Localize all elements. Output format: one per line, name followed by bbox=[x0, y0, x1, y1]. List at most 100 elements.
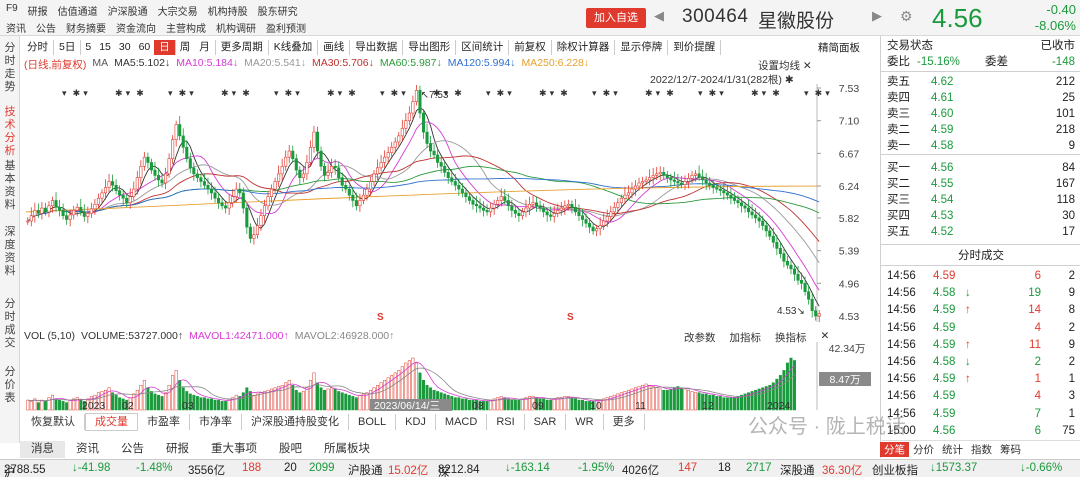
bid-row[interactable]: 买二 4.55 167 bbox=[887, 176, 1075, 192]
tab-volume[interactable]: 成交量 bbox=[85, 412, 138, 431]
volume-bar bbox=[683, 388, 687, 411]
tab-messages[interactable]: 消息 bbox=[20, 440, 65, 458]
nav-basic-info[interactable]: 基本资料 bbox=[0, 150, 20, 216]
range-stats-button[interactable]: 区间统计 bbox=[456, 39, 510, 55]
volume-bar bbox=[725, 397, 729, 411]
menu-stock-connect[interactable]: 沪深股通 bbox=[108, 3, 148, 18]
tab-research[interactable]: 研报 bbox=[155, 441, 200, 458]
price-alert-button[interactable]: 到价提醒 bbox=[668, 39, 722, 55]
ma-legend-item[interactable]: MA bbox=[92, 57, 108, 72]
volume-chart[interactable]: 42.34万 8.47万 2023 02 03 2023/06/14/三 08 09 10 11 1… bbox=[22, 342, 872, 412]
export-image-button[interactable]: 导出图形 bbox=[403, 39, 457, 55]
ma-legend-item[interactable]: MA20:5.541↓ bbox=[244, 57, 306, 72]
info-tabs: 消息 资讯 公告 研报 重大事项 股吧 所属板块 bbox=[20, 440, 381, 458]
period-month[interactable]: 月 bbox=[194, 39, 216, 55]
period-15min[interactable]: 15 bbox=[95, 40, 115, 55]
bid-row[interactable]: 买一 4.56 84 bbox=[887, 160, 1075, 176]
price-axis-label: 7.53 bbox=[839, 84, 860, 95]
ma-legend-item[interactable]: MA30:5.706↓ bbox=[312, 57, 374, 72]
event-marker: ✱ bbox=[115, 89, 123, 99]
ma-legend-item[interactable]: MA5:5.102↓ bbox=[114, 57, 170, 72]
draw-line-button[interactable]: 画线 bbox=[318, 39, 351, 55]
menu-business-composition[interactable]: 主营构成 bbox=[166, 20, 206, 35]
gear-icon[interactable]: ⚙ bbox=[900, 8, 913, 25]
tab-chips[interactable]: 筹码 bbox=[996, 442, 1025, 457]
next-stock-icon[interactable]: ▶ bbox=[872, 8, 882, 24]
candle-body bbox=[100, 192, 104, 199]
ask-row[interactable]: 卖五 4.62 212 bbox=[887, 74, 1075, 90]
nav-price-table[interactable]: 分价表 bbox=[0, 354, 20, 414]
adjust-mode-button[interactable]: 前复权 bbox=[509, 39, 552, 55]
menu-block-trade[interactable]: 大宗交易 bbox=[158, 3, 198, 18]
bid-row[interactable]: 买三 4.54 118 bbox=[887, 192, 1075, 208]
tab-kdj[interactable]: KDJ bbox=[396, 413, 436, 430]
ma-legend-item[interactable]: MA120:5.994↓ bbox=[448, 57, 516, 72]
tab-boll[interactable]: BOLL bbox=[349, 413, 397, 430]
nav-intraday[interactable]: 分时走势 bbox=[0, 36, 20, 93]
period-60min[interactable]: 60 bbox=[135, 40, 155, 55]
menu-research[interactable]: 研报 bbox=[28, 3, 48, 18]
ask-row[interactable]: 卖四 4.61 25 bbox=[887, 90, 1075, 106]
nav-technical[interactable]: 技术分析 bbox=[0, 88, 20, 157]
tab-wr[interactable]: WR bbox=[566, 413, 604, 430]
ask-row[interactable]: 卖三 4.60 101 bbox=[887, 106, 1075, 122]
menu-f9[interactable]: F9 bbox=[6, 3, 18, 18]
tab-major-events[interactable]: 重大事项 bbox=[200, 441, 268, 458]
tab-forum[interactable]: 股吧 bbox=[268, 441, 313, 458]
tab-ticks[interactable]: 分笔 bbox=[880, 441, 909, 457]
tab-sar[interactable]: SAR bbox=[525, 413, 567, 430]
tab-sectors[interactable]: 所属板块 bbox=[313, 441, 381, 458]
nav-deep-info[interactable]: 深度资料 bbox=[0, 216, 20, 282]
menu-institution-survey[interactable]: 机构调研 bbox=[216, 20, 256, 35]
tab-news[interactable]: 资讯 bbox=[65, 441, 110, 458]
tab-rsi[interactable]: RSI bbox=[487, 413, 525, 430]
tab-price-dist[interactable]: 分价 bbox=[909, 442, 938, 457]
more-periods-button[interactable]: 更多周期 bbox=[216, 39, 269, 55]
menu-profit-forecast[interactable]: 盈利预测 bbox=[266, 20, 306, 35]
export-data-button[interactable]: 导出数据 bbox=[350, 39, 404, 55]
bid-row[interactable]: 买五 4.52 17 bbox=[887, 224, 1075, 240]
tab-reset-default[interactable]: 恢复默认 bbox=[22, 413, 85, 430]
tab-more[interactable]: 更多 bbox=[604, 413, 645, 430]
ask-row[interactable]: 卖二 4.59 218 bbox=[887, 122, 1075, 138]
candle-body bbox=[231, 196, 235, 204]
nav-trade-ticks[interactable]: 分时成交 bbox=[0, 282, 20, 354]
period-week[interactable]: 周 bbox=[176, 40, 195, 55]
add-watchlist-button[interactable]: 加入自选 bbox=[586, 8, 646, 28]
tab-stats[interactable]: 统计 bbox=[938, 442, 967, 457]
menu-valuation[interactable]: 估值通道 bbox=[58, 3, 98, 18]
volume-bar bbox=[510, 399, 514, 411]
tab-index[interactable]: 指数 bbox=[967, 442, 996, 457]
tab-macd[interactable]: MACD bbox=[436, 413, 488, 430]
prev-stock-icon[interactable]: ◀ bbox=[654, 8, 664, 24]
ma-legend-item[interactable]: MA60:5.987↓ bbox=[380, 57, 442, 72]
tab-pb[interactable]: 市净率 bbox=[190, 413, 242, 430]
kline-overlay-button[interactable]: K线叠加 bbox=[269, 39, 319, 55]
vol-legend-item: VOL (5,10) bbox=[24, 330, 75, 342]
period-intraday[interactable]: 分时 bbox=[22, 39, 54, 55]
ma-legend-item[interactable]: MA10:5.184↓ bbox=[176, 57, 238, 72]
ask-row[interactable]: 卖一 4.58 9 bbox=[887, 138, 1075, 154]
ma-settings-button[interactable]: 设置均线 ✕ bbox=[758, 58, 812, 73]
kline-chart[interactable]: 7.537.106.676.245.825.394.964.53▾ ✱ ▾ ✱ ▾ ✱ ▾ ✱… bbox=[22, 84, 872, 326]
tab-connect-holding[interactable]: 沪深股通持股变化 bbox=[242, 413, 349, 430]
period-5min[interactable]: 5 bbox=[81, 40, 95, 55]
menu-news[interactable]: 资讯 bbox=[6, 20, 26, 35]
show-suspension-button[interactable]: 显示停牌 bbox=[615, 39, 669, 55]
tab-pe[interactable]: 市盈率 bbox=[138, 413, 190, 430]
compact-panel-button[interactable]: 精简面板 bbox=[818, 40, 860, 55]
tick-count: 2 bbox=[1068, 321, 1075, 334]
tab-announcements[interactable]: 公告 bbox=[110, 441, 155, 458]
ma-legend-item[interactable]: MA250:6.228↓ bbox=[521, 57, 589, 72]
menu-fund-flow[interactable]: 资金流向 bbox=[116, 20, 156, 35]
period-30min[interactable]: 30 bbox=[115, 40, 135, 55]
ex-rights-calculator-button[interactable]: 除权计算器 bbox=[552, 39, 616, 55]
period-5day[interactable]: 5日 bbox=[54, 39, 82, 55]
menu-announcement[interactable]: 公告 bbox=[36, 20, 56, 35]
ask-volume: 25 bbox=[1062, 92, 1075, 104]
period-day[interactable]: 日 bbox=[154, 39, 176, 55]
bid-row[interactable]: 买四 4.53 30 bbox=[887, 208, 1075, 224]
menu-shareholder-research[interactable]: 股东研究 bbox=[258, 3, 298, 18]
menu-financial-summary[interactable]: 财务摘要 bbox=[66, 20, 106, 35]
menu-institution-holding[interactable]: 机构持股 bbox=[208, 3, 248, 18]
